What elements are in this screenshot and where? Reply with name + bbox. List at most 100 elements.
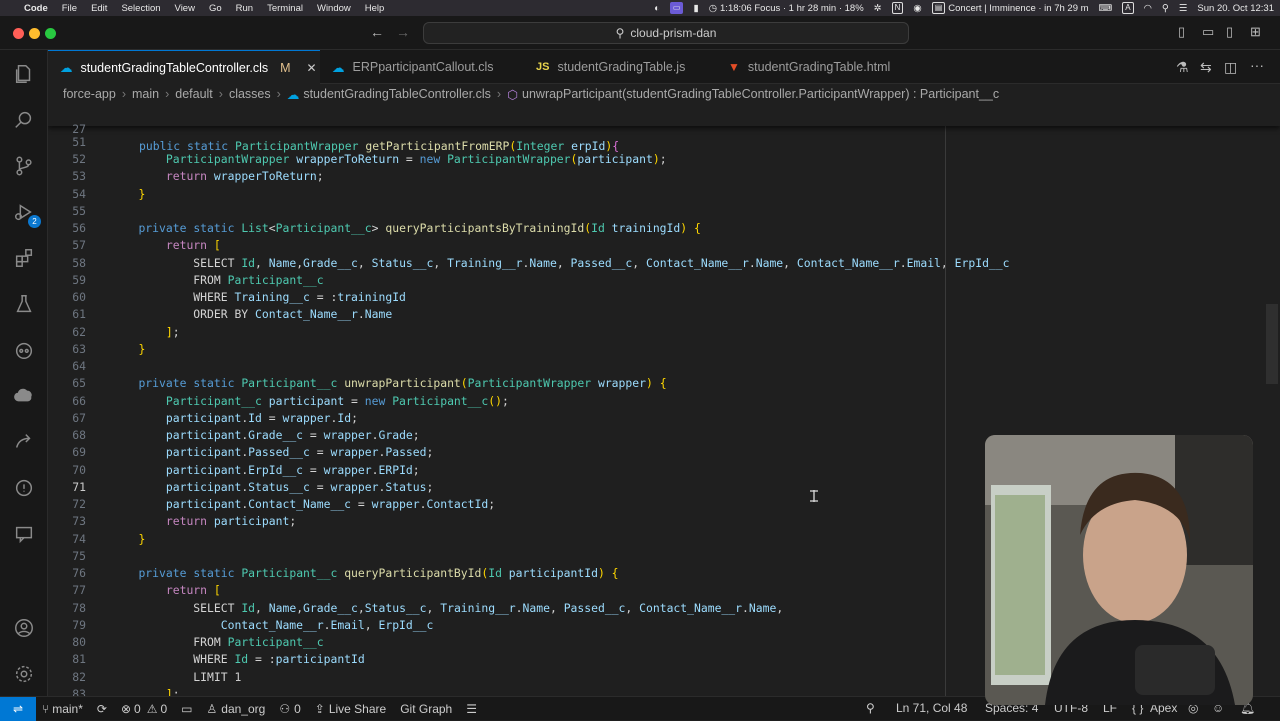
toggle-secondary-sidebar-icon[interactable]: ▯ <box>1226 24 1233 40</box>
compare-changes-icon[interactable]: ⚗ <box>1176 59 1189 76</box>
menu-file[interactable]: File <box>62 3 77 14</box>
menu-icon[interactable]: ☰ <box>466 702 477 716</box>
tab-student-grading-table-controller[interactable]: ☁ studentGradingTableController.cls M ✕ <box>48 50 320 84</box>
menu-selection[interactable]: Selection <box>121 3 160 14</box>
line-number: 63 <box>72 341 86 356</box>
error-count[interactable]: 0 <box>134 702 141 716</box>
minimize-window-button[interactable] <box>29 28 40 39</box>
control-center-icon[interactable]: ☰ <box>1179 3 1188 14</box>
cursor-position[interactable]: Ln 71, Col 48 <box>896 701 967 715</box>
dnd-icon[interactable]: ◐ <box>654 3 660 14</box>
sync-icon[interactable]: ⟳ <box>97 702 107 716</box>
salesforce-org-browser-icon[interactable] <box>12 384 36 408</box>
notion-icon[interactable]: N <box>891 2 904 14</box>
zoom-window-button[interactable] <box>45 28 56 39</box>
code-text: LIMIT 1 <box>193 669 242 684</box>
tab-erp-participant-callout[interactable]: ☁ ERPparticipantCallout.cls <box>320 50 520 84</box>
menu-window[interactable]: Window <box>317 3 351 14</box>
keyboard-icon[interactable]: ⌨ <box>1099 3 1113 14</box>
line-number: 66 <box>72 393 86 408</box>
toggle-panel-icon[interactable]: ▭ <box>1202 24 1214 40</box>
open-changes-icon[interactable]: ⇆ <box>1200 59 1212 76</box>
search-icon: ⚲ <box>615 26 625 40</box>
breadcrumb-item[interactable]: unwrapParticipant(studentGradingTableCon… <box>522 87 999 101</box>
live-share-icon[interactable] <box>12 430 36 454</box>
salesforce-cloud-icon: ☁ <box>332 60 345 75</box>
breadcrumb-item[interactable]: classes <box>229 87 271 101</box>
search-icon[interactable] <box>12 108 36 132</box>
focus-timer-text: 1:18:06 Focus · 1 hr 28 min · 18% <box>720 2 864 14</box>
manage-gear-icon[interactable] <box>12 662 36 686</box>
close-window-button[interactable] <box>13 28 24 39</box>
timer-icon: ◷ <box>708 2 718 14</box>
warnings-icon[interactable]: ⚠ <box>147 702 158 716</box>
wifi-icon[interactable]: ◠ <box>1144 3 1152 14</box>
menu-go[interactable]: Go <box>209 3 222 14</box>
forward-arrow-icon[interactable]: → <box>396 24 410 40</box>
command-center-search[interactable]: ⚲ cloud-prism-dan <box>423 22 909 44</box>
breadcrumb-item[interactable]: main <box>132 87 159 101</box>
run-debug-icon[interactable] <box>12 200 36 224</box>
source-control-icon[interactable] <box>12 154 36 178</box>
problems-icon[interactable] <box>12 476 36 500</box>
live-share-button[interactable]: Live Share <box>329 702 386 716</box>
ports-icon[interactable]: ⚇ <box>279 702 290 716</box>
focus-timer[interactable]: ◷ 1:18:06 Focus · 1 hr 28 min · 18% <box>709 3 864 14</box>
tab-student-grading-table-html[interactable]: ▼ studentGradingTable.html <box>716 50 916 84</box>
code-text: return wrapperToReturn; <box>165 169 324 184</box>
code-text: return participant; <box>165 514 297 529</box>
menu-app-name[interactable]: Code <box>24 3 48 14</box>
code-text: ]; <box>165 324 180 339</box>
warning-count[interactable]: 0 <box>160 702 167 716</box>
battery-indicator-icon[interactable]: ▮ <box>693 3 698 14</box>
back-arrow-icon[interactable]: ← <box>370 24 384 40</box>
line-number: 61 <box>72 307 86 322</box>
customize-layout-icon[interactable]: ⊞ <box>1250 24 1261 40</box>
line-number: 55 <box>72 203 86 218</box>
sticky-scroll-header[interactable]: 27 public static ParticipantWrapper getP… <box>48 104 1280 153</box>
errors-icon[interactable]: ⊗ <box>121 702 131 716</box>
code-text: participant.Id = wrapper.Id; <box>165 410 358 425</box>
menu-view[interactable]: View <box>175 3 195 14</box>
zoom-search-icon[interactable]: ⚲ <box>866 701 875 715</box>
close-icon[interactable]: ✕ <box>307 61 317 75</box>
git-graph-button[interactable]: Git Graph <box>400 702 452 716</box>
editor-scrollbar[interactable] <box>1266 304 1278 384</box>
search-icon[interactable]: ⚲ <box>1162 3 1169 14</box>
menu-terminal[interactable]: Terminal <box>267 3 303 14</box>
toggle-primary-sidebar-icon[interactable]: ▯ <box>1178 24 1185 40</box>
menu-edit[interactable]: Edit <box>91 3 107 14</box>
breadcrumb-item[interactable]: default <box>175 87 213 101</box>
split-editor-icon[interactable]: ◫ <box>1224 59 1237 76</box>
menubar-status-area: ◐ ▭ ▮ ◷ 1:18:06 Focus · 1 hr 28 min · 18%… <box>654 0 1274 16</box>
breadcrumb-item[interactable]: studentGradingTableController.cls <box>303 87 491 101</box>
github-copilot-icon[interactable] <box>12 338 36 362</box>
menu-run[interactable]: Run <box>236 3 253 14</box>
line-number: 65 <box>72 376 86 391</box>
input-source-icon[interactable]: A <box>1122 2 1134 14</box>
explorer-icon[interactable] <box>12 62 36 86</box>
breadcrumb-item[interactable]: force-app <box>63 87 116 101</box>
brightness-icon[interactable]: ✲ <box>874 3 882 14</box>
default-org[interactable]: dan_org <box>221 702 265 716</box>
org-browser-icon[interactable]: ▭ <box>181 702 192 716</box>
testing-icon[interactable] <box>12 292 36 316</box>
screen-share-icon[interactable]: ▭ <box>669 2 684 14</box>
line-number: 64 <box>72 359 86 373</box>
code-text: participant.Passed__c = wrapper.Passed; <box>165 445 434 460</box>
menubar-datetime[interactable]: Sun 20. Oct 12:31 <box>1197 3 1274 14</box>
grammarly-icon[interactable]: ◉ <box>913 3 921 14</box>
line-number: 74 <box>72 531 86 546</box>
comments-icon[interactable] <box>12 522 36 546</box>
code-line: 67 participant.Id = wrapper.Id; <box>48 410 1280 427</box>
more-actions-icon[interactable]: ··· <box>1250 57 1264 73</box>
menu-help[interactable]: Help <box>365 3 385 14</box>
ports-count[interactable]: 0 <box>294 702 301 716</box>
tab-student-grading-table-js[interactable]: JS studentGradingTable.js <box>524 50 714 84</box>
workspace-name: cloud-prism-dan <box>630 26 717 40</box>
calendar-event[interactable]: ▤ Concert | Imminence · in 7h 29 m <box>931 2 1089 14</box>
extensions-icon[interactable] <box>12 246 36 270</box>
remote-indicator-icon[interactable]: ⇌ <box>0 696 36 721</box>
git-branch[interactable]: main* <box>52 702 83 716</box>
accounts-icon[interactable] <box>12 616 36 640</box>
